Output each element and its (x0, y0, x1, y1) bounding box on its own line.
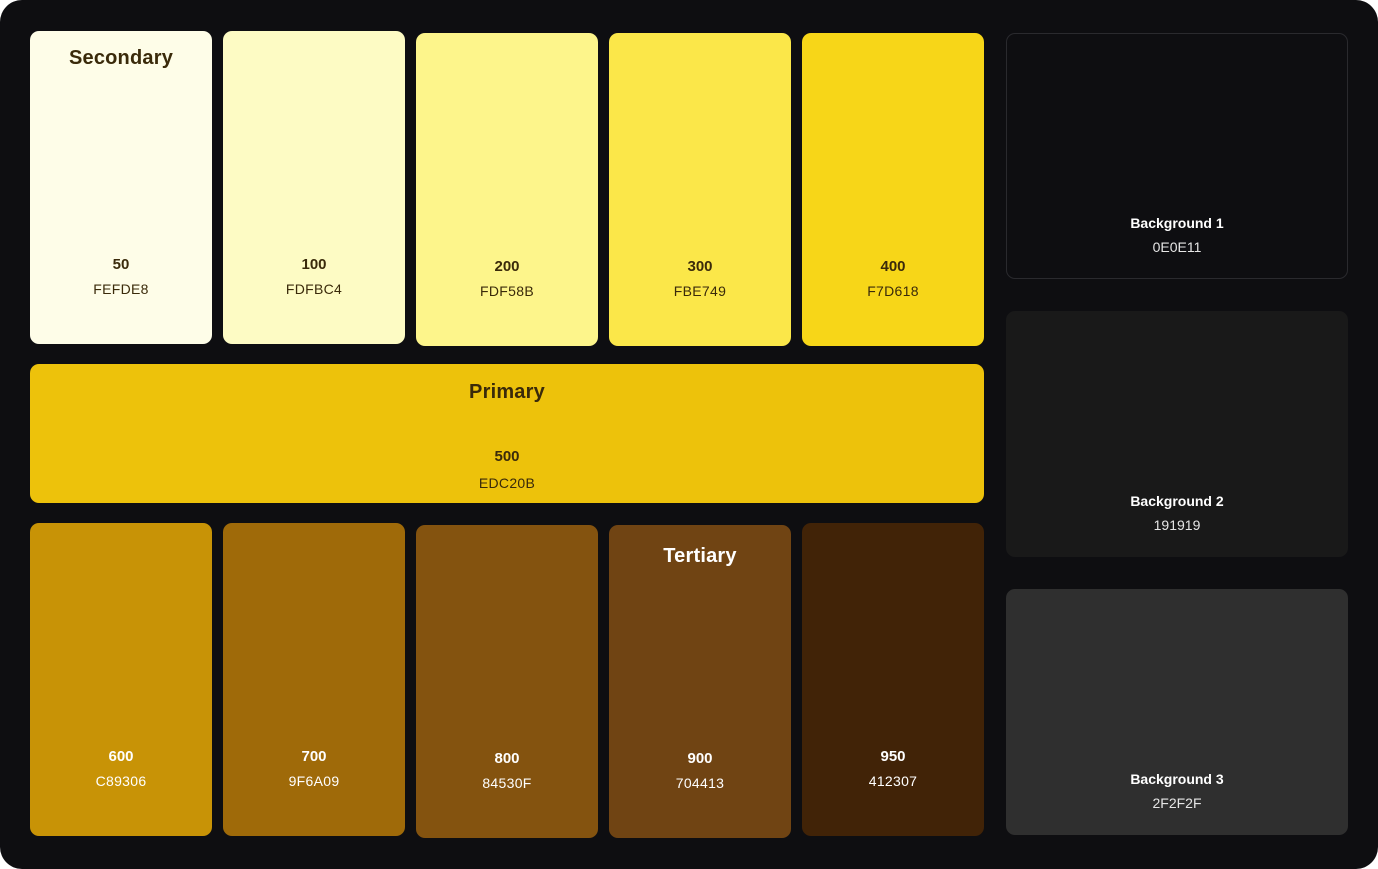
swatch-950[interactable]: 950 412307 (802, 523, 984, 836)
background-hex: 191919 (1153, 517, 1201, 533)
shade-label: 900 (687, 750, 713, 767)
swatch-200[interactable]: 200 FDF58B (416, 33, 598, 346)
hex-label: FDF58B (480, 283, 534, 299)
swatch-800[interactable]: 800 84530F (416, 525, 598, 838)
swatch-100[interactable]: 100 FDFBC4 (223, 31, 405, 344)
hex-label: 84530F (482, 775, 532, 791)
swatch-300[interactable]: 300 FBE749 (609, 33, 791, 346)
shade-label: 100 (301, 256, 327, 273)
hex-label: C89306 (95, 773, 147, 789)
hex-label: FEFDE8 (93, 281, 149, 297)
background-2-card[interactable]: Background 2 191919 (1006, 311, 1348, 557)
background-name: Background 3 (1130, 771, 1224, 787)
background-name: Background 1 (1130, 215, 1224, 231)
swatch-600[interactable]: 600 C89306 (30, 523, 212, 836)
hex-label: EDC20B (478, 475, 536, 491)
shade-label: 200 (494, 258, 520, 275)
shade-label: 950 (880, 748, 906, 765)
swatch-700[interactable]: 700 9F6A09 (223, 523, 405, 836)
shade-label: 600 (108, 748, 134, 765)
hex-label: FBE749 (673, 283, 727, 299)
background-hex: 0E0E11 (1152, 239, 1202, 255)
hex-label: 412307 (868, 773, 918, 789)
shade-label: 400 (880, 258, 906, 275)
secondary-title: Secondary (68, 47, 174, 69)
tertiary-title: Tertiary (663, 545, 737, 567)
shade-label: 700 (301, 748, 327, 765)
hex-label: FDFBC4 (285, 281, 343, 297)
shade-label: 300 (687, 258, 713, 275)
primary-title: Primary (469, 381, 545, 403)
hex-label: 704413 (675, 775, 725, 791)
palette-frame: Secondary 50 FEFDE8 100 FDFBC4 200 FDF58… (0, 0, 1378, 869)
shade-label: 500 (494, 448, 520, 465)
shade-label: 800 (494, 750, 520, 767)
swatch-400[interactable]: 400 F7D618 (802, 33, 984, 346)
shade-label: 50 (112, 256, 130, 273)
background-name: Background 2 (1130, 493, 1224, 509)
swatch-900[interactable]: Tertiary 900 704413 (609, 525, 791, 838)
background-3-card[interactable]: Background 3 2F2F2F (1006, 589, 1348, 835)
background-1-card[interactable]: Background 1 0E0E11 (1006, 33, 1348, 279)
swatch-50[interactable]: Secondary 50 FEFDE8 (30, 31, 212, 344)
hex-label: 9F6A09 (288, 773, 340, 789)
swatch-500[interactable]: Primary 500 EDC20B (30, 364, 984, 503)
hex-label: F7D618 (867, 283, 919, 299)
background-hex: 2F2F2F (1152, 795, 1202, 811)
